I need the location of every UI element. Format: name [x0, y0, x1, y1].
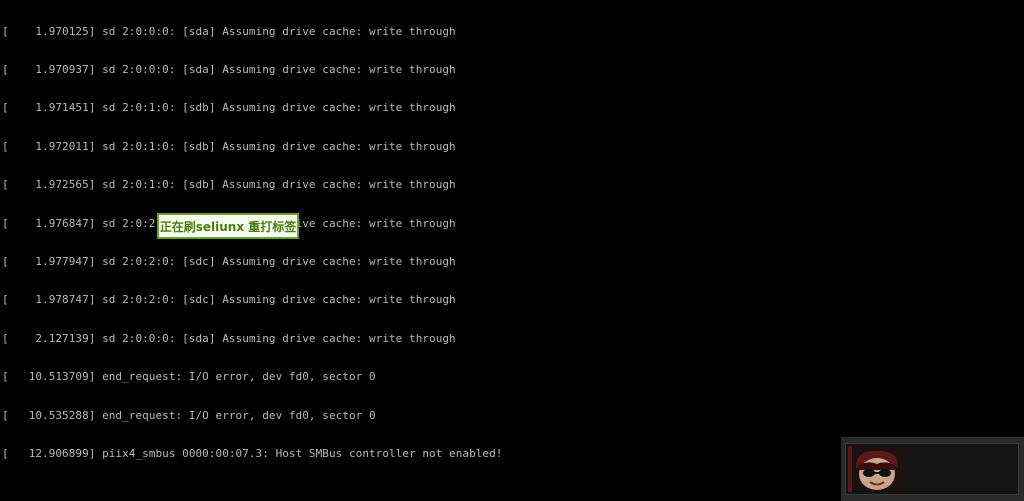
log-line: [ 1.970125] sd 2:0:0:0: [sda] Assuming d… [2, 24, 456, 38]
log-line: [ 1.971451] sd 2:0:1:0: [sdb] Assuming d… [2, 101, 456, 115]
log-line: [ 1.970937] sd 2:0:0:0: [sda] Assuming d… [2, 62, 456, 76]
annotation-label: 正在刷seliunx 重打标签 [157, 213, 299, 239]
log-line: [ 10.513709] end_request: I/O error, dev… [2, 370, 376, 384]
watermark-thumbnail [841, 437, 1024, 501]
watermark-frame [845, 443, 1019, 495]
log-line: [ 10.535288] end_request: I/O error, dev… [2, 408, 376, 422]
avatar-sunglasses-icon [848, 446, 906, 492]
log-line: [ 1.977947] sd 2:0:2:0: [sdc] Assuming d… [2, 254, 456, 268]
log-line: [ 2.127139] sd 2:0:0:0: [sda] Assuming d… [2, 331, 456, 345]
log-line: [ 1.972011] sd 2:0:1:0: [sdb] Assuming d… [2, 139, 456, 153]
log-line: [ 12.906899] piix4_smbus 0000:00:07.3: H… [2, 446, 503, 460]
log-line: [ 1.978747] sd 2:0:2:0: [sdc] Assuming d… [2, 293, 456, 307]
kernel-log: [ 1.970125] sd 2:0:0:0: [sda] Assuming d… [2, 0, 502, 486]
annotation-label-text: 正在刷seliunx 重打标签 [159, 219, 297, 234]
console-screen: [ 1.970125] sd 2:0:0:0: [sda] Assuming d… [0, 0, 1024, 501]
log-line: [ 1.972565] sd 2:0:1:0: [sdb] Assuming d… [2, 178, 456, 192]
